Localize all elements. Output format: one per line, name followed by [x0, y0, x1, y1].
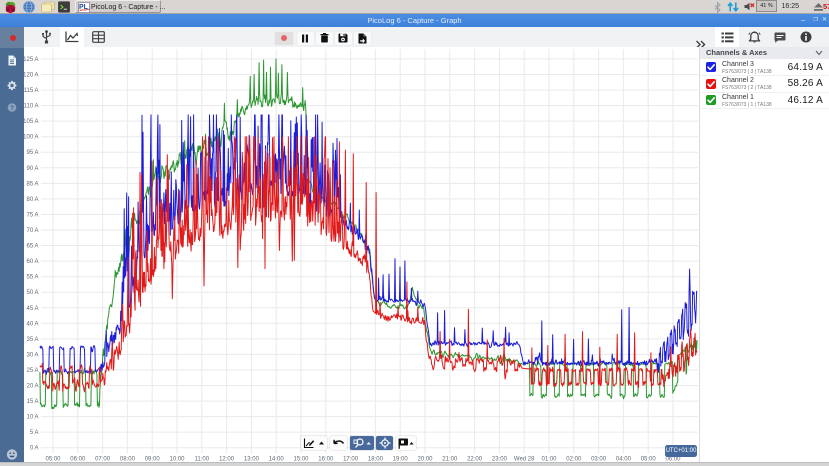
svg-text:70 A: 70 A: [26, 228, 38, 234]
svg-text:10 A: 10 A: [26, 415, 38, 421]
svg-text:95 A: 95 A: [26, 150, 38, 156]
svg-text:45 A: 45 A: [26, 306, 38, 312]
svg-text:20 A: 20 A: [26, 384, 38, 390]
svg-text:5 A: 5 A: [30, 430, 39, 436]
svg-text:105 A: 105 A: [24, 119, 39, 125]
svg-text:120 A: 120 A: [24, 73, 39, 79]
svg-text:25 A: 25 A: [26, 368, 38, 374]
svg-text:80 A: 80 A: [26, 197, 38, 203]
svg-text:0 A: 0 A: [30, 446, 39, 452]
svg-text:90 A: 90 A: [26, 166, 38, 172]
svg-text:40 A: 40 A: [26, 321, 38, 327]
svg-text:?: ?: [10, 105, 14, 112]
svg-text:125 A: 125 A: [24, 57, 39, 63]
svg-text:65 A: 65 A: [26, 244, 38, 250]
svg-text:35 A: 35 A: [26, 337, 38, 343]
svg-text:60 A: 60 A: [26, 259, 38, 265]
svg-text:50 A: 50 A: [26, 290, 38, 296]
svg-text:75 A: 75 A: [26, 212, 38, 218]
svg-text:55 A: 55 A: [26, 275, 38, 281]
svg-text:30 A: 30 A: [26, 352, 38, 358]
svg-text:100 A: 100 A: [24, 135, 39, 141]
svg-text:15 A: 15 A: [26, 399, 38, 405]
svg-text:85 A: 85 A: [26, 181, 38, 187]
svg-text:110 A: 110 A: [24, 104, 39, 110]
svg-text:115 A: 115 A: [24, 88, 39, 94]
